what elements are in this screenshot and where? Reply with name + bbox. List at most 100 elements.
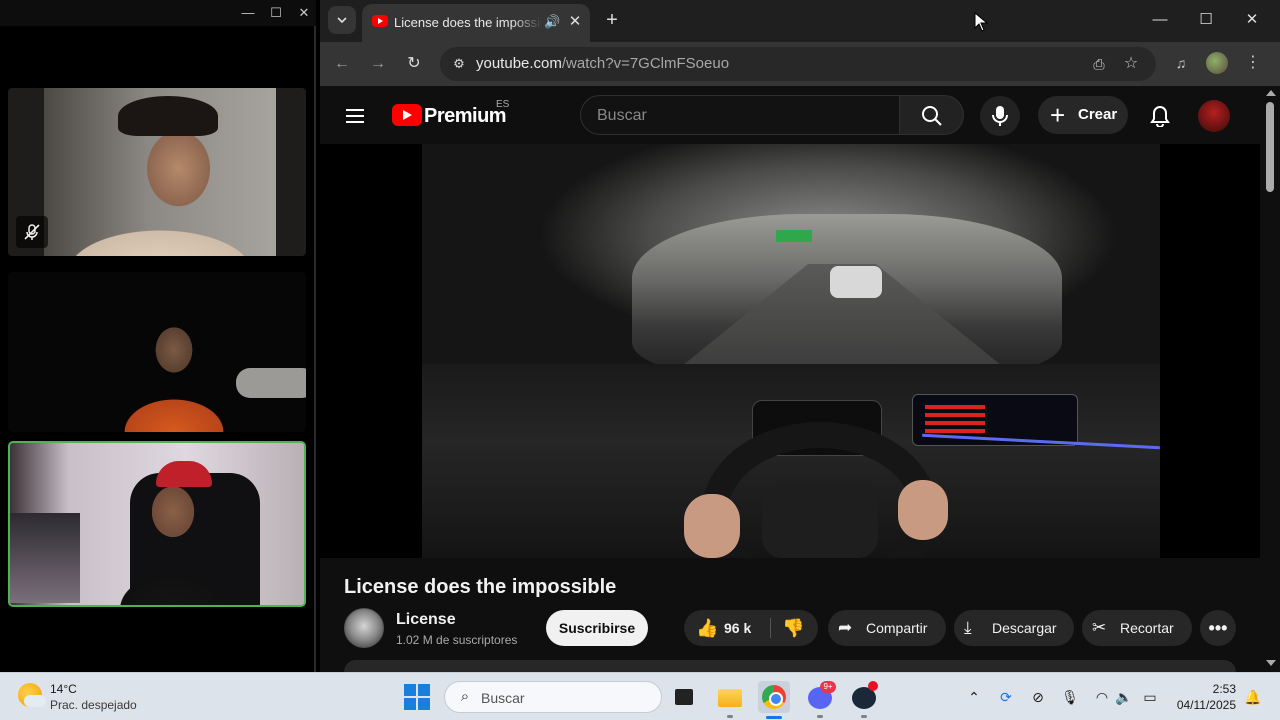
video-frame[interactable]: [422, 144, 1160, 558]
tab-search-button[interactable]: [328, 6, 356, 34]
bookmark-star-icon[interactable]: ☆: [1120, 54, 1142, 74]
more-actions-button[interactable]: •••: [1200, 610, 1236, 646]
like-count[interactable]: 96 k: [724, 610, 751, 646]
clock-time[interactable]: 2:53: [1176, 681, 1236, 697]
task-view-icon[interactable]: [668, 681, 700, 713]
share-button[interactable]: ➦ Compartir: [828, 610, 946, 646]
video-wheel-hub: [762, 484, 878, 558]
call-close-button[interactable]: ✕: [294, 3, 314, 23]
sync-icon[interactable]: ⟳: [996, 687, 1016, 707]
create-button[interactable]: + Crear: [1038, 96, 1128, 134]
plus-icon: +: [1050, 100, 1066, 130]
site-info-icon[interactable]: ⚙: [450, 55, 468, 73]
back-button[interactable]: ←: [328, 50, 356, 78]
thumbs-down-icon[interactable]: 👎: [782, 610, 804, 646]
youtube-logo-icon[interactable]: [392, 104, 422, 126]
new-tab-button[interactable]: +: [600, 8, 624, 32]
thumbs-up-icon[interactable]: 👍: [696, 610, 718, 646]
tab-audio-icon[interactable]: 🔊: [544, 13, 560, 31]
description-box[interactable]: [344, 660, 1236, 672]
forward-button[interactable]: →: [364, 50, 392, 78]
browser-close-button[interactable]: ✕: [1238, 8, 1266, 32]
download-button[interactable]: ⤓ Descargar: [954, 610, 1074, 646]
browser-window: License does the impossible 🔊 ✕ + — ☐ ✕ …: [320, 0, 1280, 672]
mic-off-icon: [16, 216, 48, 248]
search-icon: ⌕: [460, 688, 470, 705]
url-domain: youtube.com: [476, 55, 562, 72]
channel-name[interactable]: License: [396, 610, 456, 630]
tray-overflow-chevron-icon[interactable]: ⌃: [964, 687, 984, 707]
battery-icon[interactable]: ▭: [1140, 687, 1160, 707]
microphone-icon: [992, 106, 1008, 126]
youtube-search-button[interactable]: [900, 95, 964, 135]
youtube-search-box[interactable]: [580, 95, 900, 135]
explorer-running-indicator: [727, 715, 733, 718]
call-titlebar: — ☐ ✕: [0, 0, 316, 26]
youtube-country-code: ES: [496, 99, 510, 110]
call-window: — ☐ ✕: [0, 0, 316, 672]
tab-close-button[interactable]: ✕: [566, 13, 584, 31]
video-car-ahead: [830, 266, 882, 298]
browser-toolbar: ← → ↻ ⚙ youtube.com/watch?v=7GClmFSoeuo …: [320, 42, 1280, 86]
wifi-icon[interactable]: ◠: [1092, 687, 1112, 707]
hamburger-menu-icon[interactable]: [342, 104, 370, 128]
share-icon: ➦: [838, 618, 853, 637]
subscriber-count: 1.02 M de suscriptores: [396, 633, 518, 647]
youtube-header: Premium ES + Crear: [320, 88, 1262, 144]
profile-avatar-icon[interactable]: [1206, 52, 1228, 74]
address-bar[interactable]: ⚙ youtube.com/watch?v=7GClmFSoeuo ⎙ ☆: [440, 47, 1156, 81]
download-icon: ⤓: [964, 618, 972, 637]
video-left-hand: [684, 494, 740, 558]
participant-2-image: [104, 318, 244, 432]
share-label: Compartir: [866, 620, 928, 636]
notification-center-icon[interactable]: 🔔: [1244, 687, 1262, 707]
browser-minimize-button[interactable]: —: [1146, 8, 1174, 32]
channel-avatar[interactable]: [344, 608, 384, 648]
url-text[interactable]: youtube.com/watch?v=7GClmFSoeuo: [476, 55, 729, 73]
reload-button[interactable]: ↻: [400, 50, 428, 78]
like-dislike-group: 👍 96 k 👎: [684, 610, 818, 646]
youtube-favicon-icon: [372, 15, 388, 27]
browser-menu-icon[interactable]: ⋮: [1242, 52, 1264, 74]
tab-youtube[interactable]: License does the impossible 🔊 ✕: [362, 4, 590, 42]
install-app-icon[interactable]: ⎙: [1088, 54, 1110, 74]
scroll-thumb[interactable]: [1266, 102, 1274, 192]
steam-notification-badge: [868, 681, 878, 691]
chrome-icon[interactable]: [758, 681, 790, 713]
scroll-down-arrow-icon[interactable]: [1266, 660, 1276, 666]
steam-running-indicator: [861, 715, 867, 718]
microphone-tray-icon[interactable]: 🎙: [1060, 687, 1080, 707]
account-avatar[interactable]: [1198, 100, 1230, 132]
scroll-up-arrow-icon[interactable]: [1266, 90, 1276, 96]
participant-1-hair: [118, 96, 218, 136]
notifications-button[interactable]: [1142, 98, 1178, 134]
taskbar-search-label: Buscar: [481, 690, 525, 706]
video-player[interactable]: [320, 144, 1260, 558]
start-windows-icon[interactable]: [404, 684, 430, 710]
clip-button[interactable]: ✂ Recortar: [1082, 610, 1192, 646]
video-highway-sign: [776, 230, 812, 242]
subscribe-button[interactable]: Suscribirse: [546, 610, 648, 646]
call-minimize-button[interactable]: —: [238, 3, 258, 23]
create-label: Crear: [1078, 106, 1118, 123]
network-disabled-icon[interactable]: ⊘: [1028, 687, 1048, 707]
page-scrollbar[interactable]: [1262, 88, 1280, 672]
youtube-brand-text[interactable]: Premium: [424, 103, 507, 129]
call-maximize-button[interactable]: ☐: [266, 3, 286, 23]
participant-video-3-speaking[interactable]: [8, 441, 306, 607]
taskbar-search-box[interactable]: ⌕ Buscar: [444, 681, 662, 713]
youtube-page: Premium ES + Crear: [320, 88, 1262, 672]
participant-video-2[interactable]: [8, 272, 306, 432]
browser-maximize-button[interactable]: ☐: [1192, 8, 1220, 32]
file-explorer-icon[interactable]: [714, 681, 746, 713]
tab-strip: License does the impossible 🔊 ✕ + — ☐ ✕: [320, 0, 1280, 42]
volume-icon[interactable]: 🔈: [1114, 687, 1134, 707]
media-controls-icon[interactable]: ♫: [1170, 52, 1192, 74]
participant-video-1[interactable]: [8, 88, 306, 256]
clock-date[interactable]: 04/11/2025: [1168, 697, 1236, 713]
like-divider: [770, 618, 771, 638]
weather-temperature: 14°C: [50, 682, 77, 696]
youtube-search-input[interactable]: [597, 105, 887, 127]
voice-search-button[interactable]: [980, 96, 1020, 136]
search-icon: [921, 106, 942, 126]
